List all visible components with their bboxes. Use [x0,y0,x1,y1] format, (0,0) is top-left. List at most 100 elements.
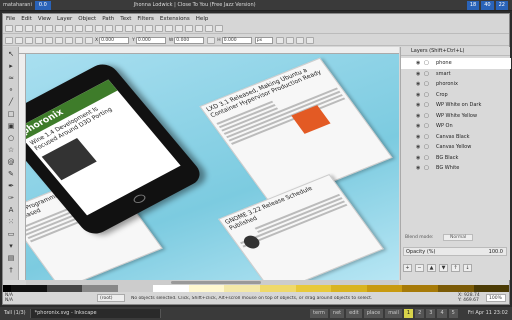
group-icon[interactable] [155,24,163,32]
swatch[interactable] [224,285,261,292]
y-field[interactable]: 0.000 [135,36,166,44]
lock-icon[interactable]: ▢ [424,81,432,87]
eye-icon[interactable]: ◉ [416,155,424,161]
lock-icon[interactable]: ▢ [424,92,432,98]
menu-filters[interactable]: Filters [134,16,157,22]
calligraphy-tool-icon[interactable]: ✑ [6,193,16,203]
eye-icon[interactable]: ◉ [416,113,424,119]
select-all-layers-icon[interactable] [15,36,23,44]
color-palette[interactable] [3,285,510,292]
export-icon[interactable] [55,24,63,32]
spray-tool-icon[interactable]: ⁙ [6,217,16,227]
x-field[interactable]: 0.000 [99,36,130,44]
bucket-tool-icon[interactable]: ▾ [6,241,16,251]
measure-tool-icon[interactable]: ╱ [6,97,16,107]
lock-icon[interactable] [207,36,216,44]
workspace-2[interactable]: 2 [415,309,425,318]
eye-icon[interactable]: ◉ [416,102,424,108]
menu-text[interactable]: Text [117,16,134,22]
menu-layer[interactable]: Layer [54,16,75,22]
rotate-cw-icon[interactable] [45,36,53,44]
lock-icon[interactable]: ▢ [424,123,432,129]
menu-file[interactable]: File [3,16,18,22]
select-all-icon[interactable] [5,36,13,44]
lock-icon[interactable]: ▢ [424,165,432,171]
selector-tool-icon[interactable]: ↖ [6,49,16,59]
w-field[interactable]: 0.000 [174,36,205,44]
rotate-ccw-icon[interactable] [35,36,43,44]
layer-row[interactable]: ◉ ▢ phone [401,58,511,69]
swatch[interactable] [153,285,189,292]
star-tool-icon[interactable]: ☆ [6,145,16,155]
swatch[interactable] [117,285,154,292]
h-field[interactable]: 0.000 [221,36,252,44]
zoom-selection-icon[interactable] [105,24,113,32]
move-patterns-icon[interactable] [305,36,314,44]
swatch[interactable] [366,285,403,292]
eye-icon[interactable]: ◉ [416,81,424,87]
menu-view[interactable]: View [35,16,54,22]
workspace-term[interactable]: term [310,309,328,318]
swatch[interactable] [437,285,474,292]
remove-layer-icon[interactable]: − [415,264,424,272]
swatch-none[interactable] [3,285,11,292]
gradient-tool-icon[interactable]: ▤ [6,253,16,263]
add-layer-icon[interactable]: + [403,264,412,272]
menu-path[interactable]: Path [99,16,117,22]
redo-icon[interactable] [75,24,83,32]
xml-editor-icon[interactable] [195,24,203,32]
task-tall[interactable]: Tall (1/3) [0,309,31,318]
volume-indicator[interactable]: 0.0 [34,0,51,10]
blend-mode-select[interactable]: Normal [442,234,474,241]
current-layer-select[interactable]: (root) [97,294,125,302]
layer-row[interactable]: ◉ ▢ WP On [401,121,511,132]
fill-stroke-indicator[interactable]: N/A N/A [3,293,27,303]
scale-corners-icon[interactable] [285,36,294,44]
clone-icon[interactable] [145,24,153,32]
lock-icon[interactable]: ▢ [424,144,432,150]
layer-row[interactable]: ◉ ▢ Canvas Black [401,132,511,143]
menu-help[interactable]: Help [193,16,212,22]
save-icon[interactable] [25,24,33,32]
swatch[interactable] [46,285,83,292]
lock-icon[interactable]: ▢ [424,102,432,108]
swatch[interactable] [473,285,510,292]
swatch[interactable] [402,285,438,292]
duplicate-icon[interactable] [135,24,143,32]
ungroup-icon[interactable] [165,24,173,32]
workspace-5[interactable]: 5 [448,309,458,318]
eye-icon[interactable]: ◉ [416,92,424,98]
layer-row[interactable]: ◉ ▢ BG Black [401,153,511,164]
lock-icon[interactable]: ▢ [424,113,432,119]
paste-icon[interactable] [95,24,103,32]
layer-row[interactable]: ◉ ▢ BG White [401,163,511,174]
swatch[interactable] [295,285,332,292]
workspace-3[interactable]: 3 [426,309,436,318]
workspace-place[interactable]: place [363,309,384,318]
spiral-tool-icon[interactable]: @ [6,157,16,167]
move-gradients-icon[interactable] [295,36,304,44]
text-tool-icon[interactable]: A [6,205,16,215]
eye-icon[interactable]: ◉ [416,144,424,150]
eye-icon[interactable]: ◉ [416,165,424,171]
scrollbar-thumb[interactable] [171,281,261,284]
lower-bottom-icon[interactable] [85,36,93,44]
new-icon[interactable] [5,24,13,32]
scale-stroke-icon[interactable] [275,36,284,44]
raise-top-icon[interactable] [75,36,83,44]
layer-row[interactable]: ◉ ▢ WP White Yellow [401,111,511,122]
drawing-canvas[interactable]: LXD 3.1 Released, Making Ubuntu a Contai… [26,54,399,280]
zoom-field[interactable]: 100% [486,294,506,302]
rect-tool-icon[interactable]: □ [6,109,16,119]
eraser-tool-icon[interactable]: ▭ [6,229,16,239]
copy-icon[interactable] [85,24,93,32]
lock-icon[interactable]: ▢ [424,134,432,140]
zoom-tool-icon[interactable]: ⚬ [6,85,16,95]
layer-row[interactable]: ◉ ▢ Canvas Yellow [401,142,511,153]
workspace-mail[interactable]: mail [385,309,402,318]
layer-top-icon[interactable]: ↑ [451,264,460,272]
lock-icon[interactable]: ▢ [424,155,432,161]
tweak-tool-icon[interactable]: ≈ [6,73,16,83]
eye-icon[interactable]: ◉ [416,123,424,129]
text-font-icon[interactable] [185,24,193,32]
